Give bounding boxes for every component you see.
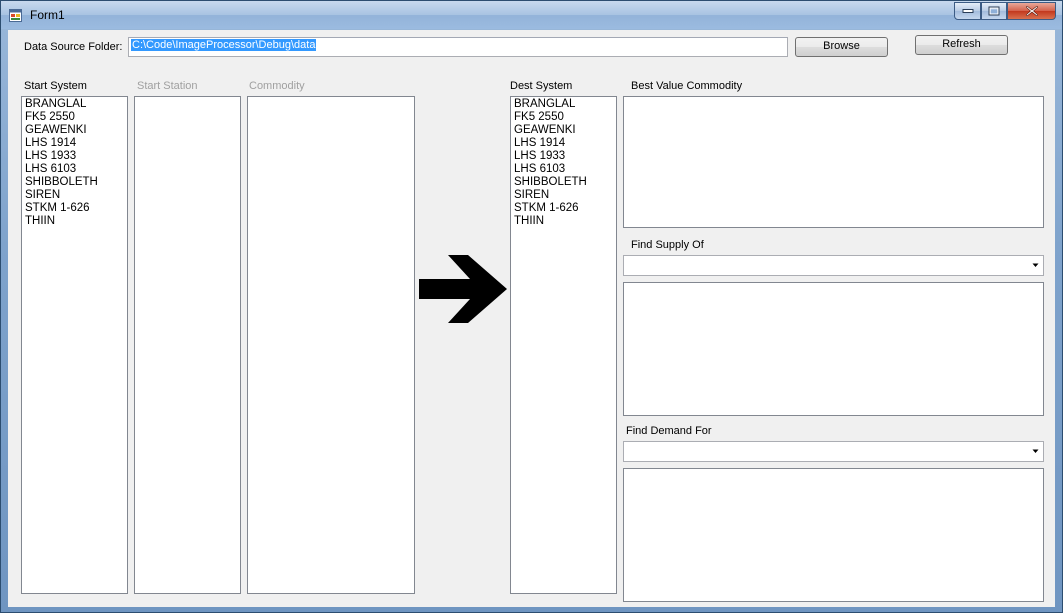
minimize-icon bbox=[962, 9, 973, 13]
right-arrow-icon bbox=[419, 255, 507, 323]
list-item[interactable]: LHS 1933 bbox=[514, 150, 613, 163]
window-title: Form1 bbox=[30, 8, 65, 22]
close-icon bbox=[1025, 6, 1038, 16]
list-item[interactable]: BRANGLAL bbox=[25, 98, 124, 111]
best-value-label: Best Value Commodity bbox=[631, 80, 743, 92]
list-item[interactable]: THIIN bbox=[514, 215, 613, 228]
browse-button[interactable]: Browse bbox=[795, 37, 888, 57]
list-item[interactable]: LHS 6103 bbox=[25, 163, 124, 176]
form-client-area: Data Source Folder: C:\Code\ImageProcess… bbox=[8, 30, 1055, 607]
title-bar[interactable]: Form1 bbox=[1, 1, 1062, 29]
list-item[interactable]: LHS 1914 bbox=[514, 137, 613, 150]
commodity-list[interactable] bbox=[247, 96, 415, 594]
data-source-value: C:\Code\ImageProcessor\Debug\data bbox=[131, 39, 317, 51]
main-window: Form1 Data Source Folder: C:\Code\ImageP… bbox=[0, 0, 1063, 613]
list-item[interactable]: STKM 1-626 bbox=[514, 202, 613, 215]
data-source-label: Data Source Folder: bbox=[24, 41, 123, 53]
list-item[interactable]: LHS 1914 bbox=[25, 137, 124, 150]
commodity-label: Commodity bbox=[249, 80, 305, 92]
dest-system-label: Dest System bbox=[510, 80, 573, 92]
list-item[interactable]: FK5 2550 bbox=[25, 111, 124, 124]
list-item[interactable]: FK5 2550 bbox=[514, 111, 613, 124]
maximize-button[interactable] bbox=[981, 2, 1007, 20]
find-demand-label: Find Demand For bbox=[626, 425, 712, 437]
find-demand-list[interactable] bbox=[623, 468, 1044, 602]
list-item[interactable]: SIREN bbox=[25, 189, 124, 202]
dest-system-list[interactable]: BRANGLAL FK5 2550 GEAWENKI LHS 1914 LHS 1933… bbox=[510, 96, 617, 594]
list-item[interactable]: SHIBBOLETH bbox=[514, 176, 613, 189]
find-demand-combo[interactable] bbox=[623, 441, 1044, 462]
find-supply-list[interactable] bbox=[623, 282, 1044, 416]
start-station-list[interactable] bbox=[134, 96, 241, 594]
list-item[interactable]: THIIN bbox=[25, 215, 124, 228]
start-system-list[interactable]: BRANGLAL FK5 2550 GEAWENKI LHS 1914 LHS 1933… bbox=[21, 96, 128, 594]
list-item[interactable]: SIREN bbox=[514, 189, 613, 202]
list-item[interactable]: BRANGLAL bbox=[514, 98, 613, 111]
data-source-input[interactable]: C:\Code\ImageProcessor\Debug\data bbox=[128, 37, 788, 57]
list-item[interactable]: SHIBBOLETH bbox=[25, 176, 124, 189]
list-item[interactable]: LHS 6103 bbox=[514, 163, 613, 176]
close-button[interactable] bbox=[1007, 2, 1056, 20]
minimize-button[interactable] bbox=[954, 2, 981, 20]
list-item[interactable]: GEAWENKI bbox=[514, 124, 613, 137]
list-item[interactable]: STKM 1-626 bbox=[25, 202, 124, 215]
chevron-down-icon bbox=[1032, 263, 1039, 267]
list-item[interactable]: GEAWENKI bbox=[25, 124, 124, 137]
find-supply-combo[interactable] bbox=[623, 255, 1044, 276]
start-station-label: Start Station bbox=[137, 80, 198, 92]
winforms-app-icon bbox=[9, 9, 22, 22]
find-supply-label: Find Supply Of bbox=[631, 239, 704, 251]
refresh-button[interactable]: Refresh bbox=[915, 35, 1008, 55]
chevron-down-icon bbox=[1032, 449, 1039, 453]
maximize-icon bbox=[988, 6, 1000, 16]
start-system-label: Start System bbox=[24, 80, 87, 92]
list-item[interactable]: LHS 1933 bbox=[25, 150, 124, 163]
best-value-list[interactable] bbox=[623, 96, 1044, 228]
